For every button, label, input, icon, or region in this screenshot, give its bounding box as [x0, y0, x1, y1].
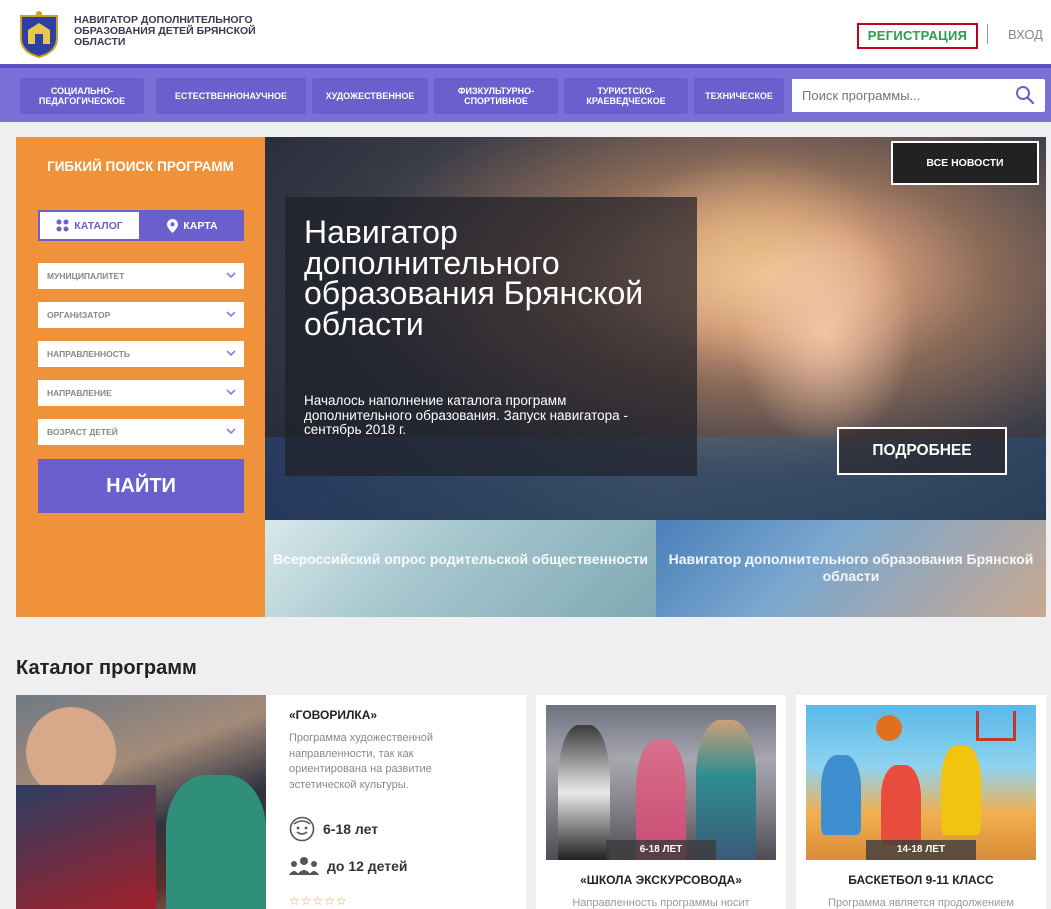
hero-banner[interactable]: ВСЕ НОВОСТИ Навигатор дополнительного об… [265, 137, 1046, 520]
program-card-featured[interactable]: «ГОВОРИЛКА» Программа художественной нап… [16, 695, 526, 909]
program-description: Программа является продолжением [828, 897, 1014, 909]
select-child-age[interactable]: ВОЗРАСТ ДЕТЕЙ [38, 419, 244, 445]
search-input[interactable] [792, 79, 1002, 112]
nav-item-sport[interactable]: ФИЗКУЛЬТУРНО-СПОРТИВНОЕ [434, 78, 558, 114]
flexible-search-panel: ГИБКИЙ ПОИСК ПРОГРАММ КАТАЛОГ КАРТА МУНИ… [16, 137, 265, 617]
nav-item-social[interactable]: СОЦИАЛЬНО-ПЕДАГОГИЧЕСКОЕ [20, 78, 144, 114]
catalog-title: Каталог программ [16, 657, 197, 679]
map-pin-icon [167, 218, 179, 233]
tab-catalog-label: КАТАЛОГ [74, 219, 123, 232]
survey-banner-text: Всероссийский опрос родительской обществ… [272, 551, 649, 567]
more-button[interactable]: ПОДРОБНЕЕ [837, 427, 1007, 475]
select-direction[interactable]: НАПРАВЛЕНИЕ [38, 380, 244, 406]
select-child-age-label: ВОЗРАСТ ДЕТЕЙ [47, 427, 118, 437]
register-button[interactable]: РЕГИСТРАЦИЯ [857, 23, 978, 49]
select-municipality-label: МУНИЦИПАЛИТЕТ [47, 271, 125, 281]
photo-child [941, 745, 981, 835]
age-badge: 6-18 ЛЕТ [606, 840, 716, 860]
select-organizer[interactable]: ОРГАНИЗАТОР [38, 302, 244, 328]
nav-item-art[interactable]: ХУДОЖЕСТВЕННОЕ [312, 78, 428, 114]
nav-item-technical[interactable]: ТЕХНИЧЕСКОЕ [694, 78, 784, 114]
program-card-basketball[interactable]: 14-18 ЛЕТ БАСКЕТБОЛ 9-11 КЛАСС Программа… [796, 695, 1046, 909]
photo-child [881, 765, 921, 845]
grid-icon [56, 219, 69, 232]
select-focus[interactable]: НАПРАВЛЕННОСТЬ [38, 341, 244, 367]
group-icon [289, 857, 319, 875]
program-name[interactable]: БАСКЕТБОЛ 9-11 КЛАСС [796, 873, 1046, 887]
photo-child [558, 725, 610, 860]
program-description: Программа художественной направленности,… [289, 732, 433, 791]
chevron-down-icon [226, 272, 236, 279]
navigator-banner-text: Навигатор дополнительного образования Бр… [668, 551, 1034, 584]
select-organizer-label: ОРГАНИЗАТОР [47, 310, 111, 320]
program-name[interactable]: «ШКОЛА ЭКСКУРСОВОДА» [536, 873, 786, 887]
program-group-size: до 12 детей [289, 855, 408, 877]
age-badge: 14-18 ЛЕТ [866, 840, 976, 860]
program-name[interactable]: «ГОВОРИЛКА» [289, 708, 377, 722]
tab-map[interactable]: КАРТА [141, 210, 244, 241]
program-description: Направленность программы носит [572, 897, 750, 909]
select-direction-label: НАПРАВЛЕНИЕ [47, 388, 112, 398]
hero-photo-hand [735, 217, 915, 447]
photo-shirt [16, 785, 156, 909]
tab-map-label: КАРТА [183, 219, 218, 232]
login-link[interactable]: ВХОД [1008, 27, 1043, 42]
chevron-down-icon [226, 428, 236, 435]
filter-title: ГИБКИЙ ПОИСК ПРОГРАММ [47, 159, 234, 174]
program-photo [16, 695, 266, 909]
view-tabs: КАТАЛОГ КАРТА [38, 210, 244, 241]
all-news-button[interactable]: ВСЕ НОВОСТИ [891, 141, 1039, 185]
header-divider [987, 24, 988, 44]
basketball-icon [876, 715, 902, 741]
search-icon[interactable] [1015, 85, 1035, 105]
hero-title: Навигатор дополнительного образования Бр… [304, 214, 644, 342]
program-age: 6-18 лет [289, 816, 378, 842]
photo-face [26, 707, 116, 797]
site-title[interactable]: НАВИГАТОР ДОПОЛНИТЕЛЬНОГО ОБРАЗОВАНИЯ ДЕ… [74, 15, 284, 48]
chevron-down-icon [226, 311, 236, 318]
program-photo: 6-18 ЛЕТ [546, 705, 776, 860]
hoop-icon [976, 711, 1016, 741]
photo-child [166, 775, 266, 909]
survey-banner[interactable]: Всероссийский опрос родительской обществ… [265, 520, 656, 617]
select-focus-label: НАПРАВЛЕННОСТЬ [47, 349, 131, 359]
rating-stars[interactable]: ☆☆☆☆☆ [289, 894, 348, 908]
hero-text: Началось наполнение каталога программ до… [304, 393, 628, 437]
program-age-value: 6-18 лет [323, 821, 379, 837]
category-nav: СОЦИАЛЬНО-ПЕДАГОГИЧЕСКОЕ ЕСТЕСТВЕННОНАУЧ… [0, 64, 1051, 122]
nav-item-tourism[interactable]: ТУРИСТСКО-КРАЕВЕДЧЕСКОЕ [564, 78, 688, 114]
search-box [792, 79, 1045, 112]
tab-catalog[interactable]: КАТАЛОГ [38, 210, 141, 241]
program-group-value: до 12 детей [327, 858, 408, 874]
program-photo: 14-18 ЛЕТ [806, 705, 1036, 860]
chevron-down-icon [226, 350, 236, 357]
brand-logo-icon[interactable] [16, 10, 62, 58]
hero-caption-box: Навигатор дополнительного образования Бр… [285, 197, 697, 476]
photo-child [821, 755, 861, 835]
navigator-banner[interactable]: Навигатор дополнительного образования Бр… [656, 520, 1046, 617]
program-card-excursion[interactable]: 6-18 ЛЕТ «ШКОЛА ЭКСКУРСОВОДА» Направленн… [536, 695, 786, 909]
find-button[interactable]: НАЙТИ [38, 459, 244, 513]
site-header: НАВИГАТОР ДОПОЛНИТЕЛЬНОГО ОБРАЗОВАНИЯ ДЕ… [0, 0, 1051, 64]
photo-child [696, 720, 756, 860]
nav-item-science[interactable]: ЕСТЕСТВЕННОНАУЧНОЕ [156, 78, 306, 114]
select-municipality[interactable]: МУНИЦИПАЛИТЕТ [38, 263, 244, 289]
child-face-icon [289, 816, 315, 842]
chevron-down-icon [226, 389, 236, 396]
